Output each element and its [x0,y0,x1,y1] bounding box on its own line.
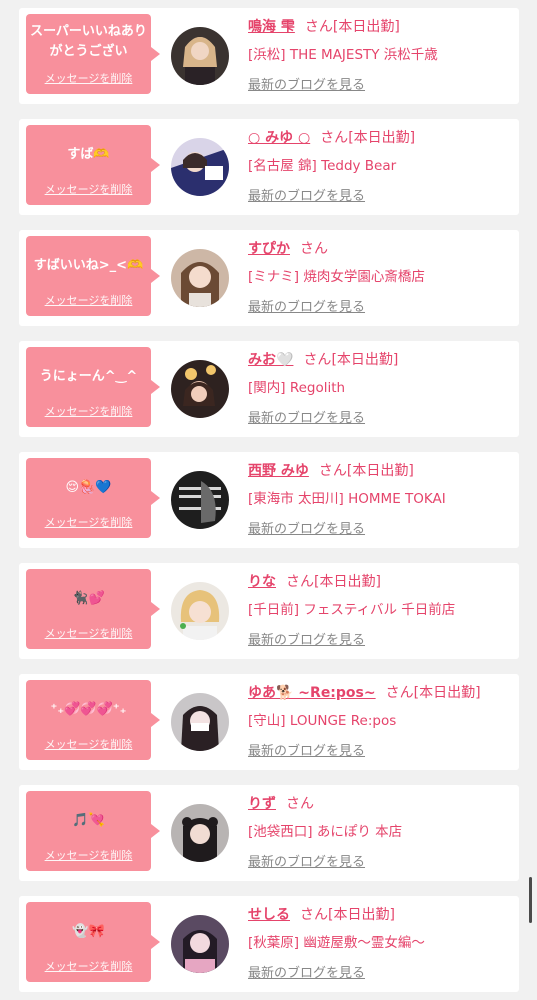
san-label: さん [286,574,314,590]
avatar[interactable] [171,27,229,85]
cast-name-line: りな さん[本日出勤] [248,571,381,593]
delete-message-link[interactable]: メッセージを削除 [26,70,151,86]
shop-name: [浜松] THE MAJESTY 浜松千歳 [248,47,438,63]
avatar[interactable] [171,249,229,307]
list-item: 🐈‍⬛💕 メッセージを削除 りな さん[本日出勤] [千日前] フェスティバル 千… [19,563,519,659]
status-badge: [本日出勤] [413,685,481,701]
message-bubble: ⁺₊💞💞💞⁺₊ メッセージを削除 [26,680,160,760]
latest-blog-link[interactable]: 最新のブログを見る [248,185,365,204]
message-text: うにょーん^‿^ [39,369,138,384]
shop-name: [ミナミ] 焼肉女学園心斎橋店 [248,269,425,285]
message-bubble: すば🫶 メッセージを削除 [26,125,160,205]
list-item: 👻🎀 メッセージを削除 せしる さん[本日出勤] [秋葉原] 幽遊屋敷〜霊女編〜 … [19,896,519,992]
delete-message-link[interactable]: メッセージを削除 [26,514,151,530]
status-badge: [本日出勤] [332,19,400,35]
avatar[interactable] [171,360,229,418]
san-label: さん [303,352,332,368]
latest-blog-link[interactable]: 最新のブログを見る [248,962,365,981]
shop-name: [東海市 太田川] HOMME TOKAI [248,491,446,507]
message-text: 👻🎀 [72,924,105,939]
cast-name-link[interactable]: ゆあ🐕 ~Re:pos~ [248,685,376,701]
cast-name-line: みお🤍 さん[本日出勤] [248,349,398,371]
cast-name-link[interactable]: すぴか [248,241,290,257]
shop-name: [名古屋 錦] Teddy Bear [248,158,397,174]
message-bubble: 🐈‍⬛💕 メッセージを削除 [26,569,160,649]
shop-name: [守山] LOUNGE Re:pos [248,713,397,729]
delete-message-link[interactable]: メッセージを削除 [26,292,151,308]
avatar[interactable] [171,693,229,751]
cast-name-link[interactable]: ○ みゆ ○ [248,130,310,146]
latest-blog-link[interactable]: 最新のブログを見る [248,407,365,426]
delete-message-link[interactable]: メッセージを削除 [26,958,151,974]
cast-name-line: 西野 みゆ さん[本日出勤] [248,460,414,482]
message-text: すばいいね>_<🫶 [33,258,144,273]
cast-name-link[interactable]: 鳴海 雫 [248,19,295,35]
message-text: 🐈‍⬛💕 [72,591,105,606]
avatar[interactable] [171,138,229,196]
status-badge: [本日出勤] [314,574,381,590]
cast-name-link[interactable]: 西野 みゆ [248,463,309,479]
avatar[interactable] [171,582,229,640]
list-item: 🎵💘 メッセージを削除 りず さん [池袋西口] あにぽり 本店 最新のブログを見… [19,785,519,881]
delete-message-link[interactable]: メッセージを削除 [26,625,151,641]
avatar[interactable] [171,804,229,862]
cast-name-line: せしる さん[本日出勤] [248,904,395,926]
list-item: すばいいね>_<🫶 メッセージを削除 すぴか さん [ミナミ] 焼肉女学園心斎橋店… [19,230,519,326]
latest-blog-link[interactable]: 最新のブログを見る [248,518,365,537]
cast-name-link[interactable]: りな [248,574,276,590]
cast-name-line: りず さん [248,793,314,815]
message-bubble: すばいいね>_<🫶 メッセージを削除 [26,236,160,316]
latest-blog-link[interactable]: 最新のブログを見る [248,629,365,648]
delete-message-link[interactable]: メッセージを削除 [26,403,151,419]
shop-name: [池袋西口] あにぽり 本店 [248,824,403,840]
shop-name: [秋葉原] 幽遊屋敷〜霊女編〜 [248,935,425,951]
san-label: さん [385,685,414,701]
list-item: スーパーいいねありがとうござい メッセージを削除 鳴海 雫さん[本日出勤] [浜… [19,8,519,104]
list-item: うにょーん^‿^ メッセージを削除 みお🤍 さん[本日出勤] [関内] Regol… [19,341,519,437]
shop-name: [千日前] フェスティバル 千日前店 [248,602,456,618]
san-label: さん [318,463,347,479]
san-label: さん [304,19,333,35]
avatar[interactable] [171,915,229,973]
cast-name-link[interactable]: みお🤍 [248,352,293,368]
shop-name: [関内] Regolith [248,380,346,396]
delete-message-link[interactable]: メッセージを削除 [26,181,151,197]
message-text: すば🫶 [67,147,110,162]
latest-blog-link[interactable]: 最新のブログを見る [248,74,365,93]
message-bubble: 🎵💘 メッセージを削除 [26,791,160,871]
status-badge: [本日出勤] [346,463,414,479]
message-text: 😌🪼💙 [65,480,112,495]
latest-blog-link[interactable]: 最新のブログを見る [248,851,365,870]
cast-name-link[interactable]: せしる [248,907,290,923]
message-text: ⁺₊💞💞💞⁺₊ [50,702,127,717]
status-badge: [本日出勤] [348,130,416,146]
status-badge: [本日出勤] [328,907,395,923]
avatar[interactable] [171,471,229,529]
list-item: 😌🪼💙 メッセージを削除 西野 みゆ さん[本日出勤] [東海市 太田川] HOM… [19,452,519,548]
latest-blog-link[interactable]: 最新のブログを見る [248,296,365,315]
message-text: 🎵💘 [72,813,105,828]
list-item: すば🫶 メッセージを削除 ○ みゆ ○ さん[本日出勤] [名古屋 錦] Tedd… [19,119,519,215]
cast-name-line: ○ みゆ ○ さん[本日出勤] [248,127,415,149]
cast-name-line: ゆあ🐕 ~Re:pos~ さん[本日出勤] [248,682,481,704]
san-label: さん [300,241,328,257]
latest-blog-link[interactable]: 最新のブログを見る [248,740,365,759]
cast-name-line: 鳴海 雫さん[本日出勤] [248,16,400,38]
status-badge: [本日出勤] [331,352,399,368]
cast-name-line: すぴか さん [248,238,328,260]
favorites-list: スーパーいいねありがとうござい メッセージを削除 鳴海 雫さん[本日出勤] [浜… [0,0,537,1000]
cast-name-link[interactable]: りず [248,796,276,812]
san-label: さん [286,796,314,812]
delete-message-link[interactable]: メッセージを削除 [26,847,151,863]
list-item: ⁺₊💞💞💞⁺₊ メッセージを削除 ゆあ🐕 ~Re:pos~ さん[本日出勤] [守… [19,674,519,770]
message-bubble: 😌🪼💙 メッセージを削除 [26,458,160,538]
message-bubble: うにょーん^‿^ メッセージを削除 [26,347,160,427]
message-bubble: 👻🎀 メッセージを削除 [26,902,160,982]
san-label: さん [300,907,328,923]
san-label: さん [320,130,349,146]
scrollbar-thumb[interactable] [529,877,532,923]
message-bubble: スーパーいいねありがとうござい メッセージを削除 [26,14,160,94]
message-text: スーパーいいねありがとうござい [30,24,147,59]
delete-message-link[interactable]: メッセージを削除 [26,736,151,752]
